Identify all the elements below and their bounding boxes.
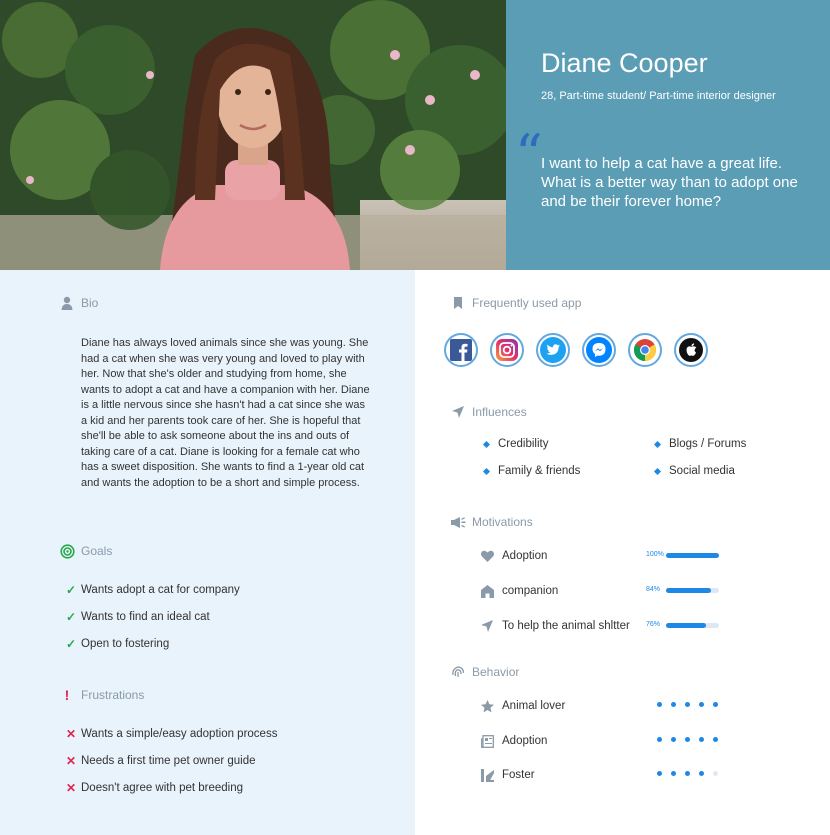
home-icon	[480, 584, 494, 598]
motivation-row: Adoption	[480, 549, 547, 563]
rating-dot-filled	[685, 702, 690, 707]
profile-header: Diane Cooper 28, Part-time student/ Part…	[506, 0, 830, 270]
persona-quote: I want to help a cat have a great life. …	[541, 155, 798, 210]
cross-icon: ✕	[66, 727, 77, 741]
motivation-row: To help the animal shltter	[480, 619, 630, 633]
quote-icon: “	[515, 123, 543, 186]
goal-item: ✓ Wants adopt a cat for company	[66, 583, 240, 597]
check-icon: ✓	[66, 610, 77, 624]
rating-dot-filled	[657, 702, 662, 707]
motivations-heading: Motivations	[450, 514, 533, 530]
motivation-bar	[666, 623, 719, 628]
apple-icon[interactable]	[674, 333, 708, 367]
motivation-bar-fill	[666, 623, 707, 628]
behavior-rating	[657, 737, 727, 742]
motivation-bar	[666, 588, 719, 593]
rating-dot-filled	[713, 737, 718, 742]
motivation-bar-fill	[666, 553, 719, 558]
cross-icon: ✕	[66, 781, 77, 795]
navigation-icon	[450, 404, 466, 420]
rating-dot-filled	[685, 771, 690, 776]
rating-dot-filled	[671, 737, 676, 742]
goal-item: ✓ Open to fostering	[66, 637, 170, 651]
diamond-bullet-icon	[653, 467, 662, 475]
diamond-bullet-icon	[482, 467, 491, 475]
influences-heading: Influences	[450, 404, 527, 420]
motivation-percent: 76%	[646, 621, 661, 628]
persona-name: Diane Cooper	[541, 48, 708, 78]
rating-dot-filled	[657, 737, 662, 742]
influence-item: Social media	[653, 465, 735, 477]
motivation-bar-fill	[666, 588, 711, 593]
influence-item: Blogs / Forums	[653, 438, 746, 450]
behavior-row: Foster	[480, 768, 535, 782]
motivation-percent: 84%	[646, 586, 661, 593]
frustration-item: ✕ Needs a first time pet owner guide	[66, 754, 256, 768]
bio-text: Diane has always loved animals since she…	[81, 337, 370, 489]
chrome-icon[interactable]	[628, 333, 662, 367]
target-icon	[59, 543, 75, 559]
apps-heading: Frequently used app	[450, 295, 581, 311]
motivation-row: companion	[480, 584, 558, 598]
rating-dot-filled	[699, 737, 704, 742]
facebook-icon[interactable]	[444, 333, 478, 367]
chart-icon	[480, 768, 494, 782]
goals-heading: Goals	[59, 543, 112, 559]
frustrations-heading: ! Frustrations	[59, 687, 145, 703]
diamond-bullet-icon	[482, 440, 491, 448]
motivation-bar	[666, 553, 719, 558]
bookmark-icon	[450, 295, 466, 311]
rating-dot-filled	[699, 702, 704, 707]
heart-icon	[480, 549, 494, 563]
rating-dot-filled	[685, 737, 690, 742]
profile-photo	[0, 0, 506, 270]
rating-dot-empty	[713, 771, 718, 776]
rating-dot-filled	[671, 702, 676, 707]
rating-dot-filled	[657, 771, 662, 776]
influence-item: Family & friends	[482, 465, 580, 477]
frustration-item: ✕ Doesn't agree with pet breeding	[66, 781, 244, 795]
behavior-heading: Behavior	[450, 664, 519, 680]
persona-subtitle: 28, Part-time student/ Part-time interio…	[541, 90, 776, 102]
rating-dot-filled	[713, 702, 718, 707]
diamond-bullet-icon	[653, 440, 662, 448]
bio-heading: Bio	[59, 295, 98, 311]
news-icon	[480, 734, 494, 748]
megaphone-icon	[450, 514, 466, 530]
user-icon	[59, 295, 75, 311]
right-column: Frequently used app Influences Credibili…	[415, 270, 830, 835]
influence-item: Credibility	[482, 438, 549, 450]
instagram-icon[interactable]	[490, 333, 524, 367]
check-icon: ✓	[66, 583, 77, 597]
rating-dot-filled	[671, 771, 676, 776]
messenger-icon[interactable]	[582, 333, 616, 367]
exclamation-icon: !	[64, 687, 70, 703]
navigation-icon	[480, 619, 494, 633]
behavior-row: Adoption	[480, 734, 547, 748]
check-icon: ✓	[66, 637, 77, 651]
behavior-rating	[657, 771, 727, 776]
fingerprint-icon	[450, 664, 466, 680]
twitter-icon[interactable]	[536, 333, 570, 367]
behavior-rating	[657, 702, 727, 707]
app-list	[444, 333, 720, 367]
rating-dot-filled	[699, 771, 704, 776]
behavior-row: Animal lover	[480, 699, 565, 713]
frustration-item: ✕ Wants a simple/easy adoption process	[66, 727, 278, 741]
goal-item: ✓ Wants to find an ideal cat	[66, 610, 210, 624]
star-icon	[480, 699, 494, 713]
left-column: Bio Diane has always loved animals since…	[0, 270, 415, 835]
cross-icon: ✕	[66, 754, 77, 768]
motivation-percent: 100%	[646, 551, 664, 558]
